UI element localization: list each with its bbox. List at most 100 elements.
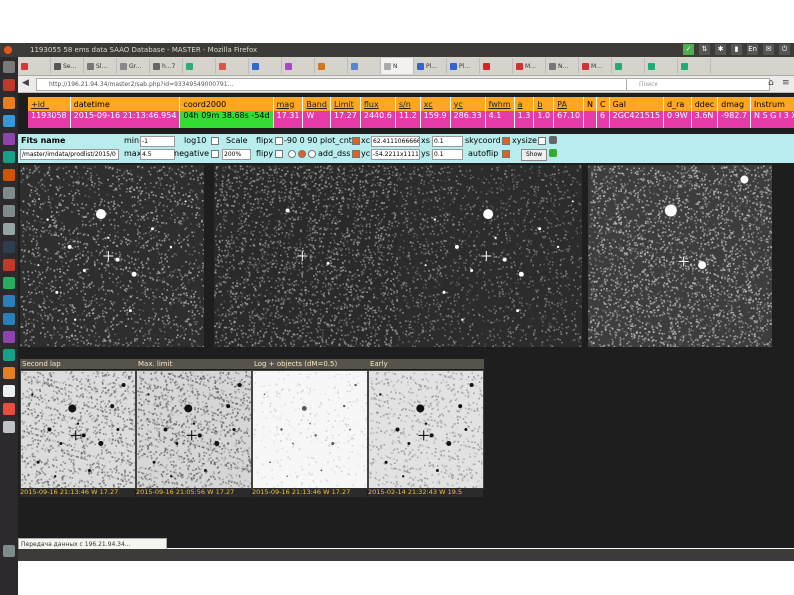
xc-input[interactable]: 62.4111066666	[371, 136, 420, 147]
ys-input[interactable]: 0.1	[432, 149, 463, 160]
xysize-checkbox[interactable]	[538, 137, 546, 145]
back-arrow-icon[interactable]: ◀	[22, 78, 29, 88]
browser-tab[interactable]	[612, 58, 645, 74]
column-header[interactable]: flux	[360, 97, 396, 111]
app-icon[interactable]	[3, 421, 15, 433]
browser-tab[interactable]	[216, 58, 249, 74]
home-icon[interactable]: ⌂	[768, 78, 774, 88]
browser-tab[interactable]: M...	[579, 58, 612, 74]
autoflip-checkbox[interactable]	[502, 150, 510, 158]
browser-tab[interactable]: M...	[513, 58, 546, 74]
thumbnail-early[interactable]	[368, 370, 484, 489]
browser-tab[interactable]	[282, 58, 315, 74]
browser-tab[interactable]	[348, 58, 381, 74]
app-icon[interactable]	[3, 223, 15, 235]
battery-icon[interactable]: ▮	[731, 44, 742, 55]
fits-name-input[interactable]: /master/imdata/prodlist/2015/0	[20, 149, 119, 160]
thumbnail-max-limit[interactable]	[136, 370, 252, 489]
column-header[interactable]: yc	[450, 97, 486, 111]
app-icon[interactable]	[3, 331, 15, 343]
column-header[interactable]: mag	[273, 97, 304, 111]
check-icon[interactable]: ✓	[683, 44, 694, 55]
browser-tab[interactable]	[645, 58, 678, 74]
negative-checkbox[interactable]	[211, 150, 219, 158]
language-icon[interactable]: En	[747, 44, 758, 55]
browser-tab[interactable]	[249, 58, 282, 74]
min-input[interactable]: -1	[140, 136, 175, 147]
app-icon[interactable]	[3, 205, 15, 217]
fits-image-dss[interactable]	[398, 165, 582, 347]
browser-tab[interactable]: Pl...	[447, 58, 480, 74]
firefox-icon[interactable]	[3, 79, 15, 91]
thumbnail-second-lap[interactable]	[20, 370, 136, 489]
app-icon[interactable]	[3, 169, 15, 181]
browser-tab[interactable]: Gr...	[117, 58, 150, 74]
dash-icon[interactable]	[3, 61, 15, 73]
fits-image-subtraction[interactable]	[588, 165, 772, 347]
menu-icon[interactable]: ≡	[782, 78, 790, 88]
search-input[interactable]: Поиск	[626, 78, 770, 91]
browser-tab[interactable]	[183, 58, 216, 74]
trash-icon[interactable]	[3, 545, 15, 557]
log10-checkbox[interactable]	[211, 137, 219, 145]
app-icon[interactable]	[3, 115, 15, 127]
flipy-checkbox[interactable]	[275, 150, 283, 158]
app-icon[interactable]	[3, 349, 15, 361]
flipx-checkbox[interactable]	[275, 137, 283, 145]
app-icon[interactable]	[3, 133, 15, 145]
app-icon[interactable]	[3, 277, 15, 289]
plot-cnt-checkbox[interactable]	[352, 137, 360, 145]
power-icon[interactable]: ⏻	[779, 44, 790, 55]
url-bar[interactable]: http://196.21.94.34/master2/sab.php?id=9…	[36, 78, 628, 91]
browser-tab[interactable]	[18, 58, 51, 74]
browser-tab[interactable]: N	[381, 58, 414, 74]
files-icon[interactable]	[3, 97, 15, 109]
column-header[interactable]: s/n	[395, 97, 421, 111]
app-icon[interactable]	[3, 367, 15, 379]
column-header[interactable]: a	[514, 97, 535, 111]
app-icon[interactable]	[3, 313, 15, 325]
column-header[interactable]: b	[533, 97, 555, 111]
mail-icon[interactable]: ✉	[763, 44, 774, 55]
app-icon[interactable]	[3, 151, 15, 163]
yc-input[interactable]: -54.2211x1111	[371, 149, 420, 160]
thumbnail-log-objects[interactable]	[252, 370, 368, 489]
save-image-icon[interactable]	[549, 149, 557, 157]
column-header[interactable]: xc	[420, 97, 451, 111]
column-header[interactable]: Limit	[330, 97, 361, 111]
browser-tab[interactable]: h...7	[150, 58, 183, 74]
skycoord-checkbox[interactable]	[502, 137, 510, 145]
browser-tab[interactable]	[315, 58, 348, 74]
column-header[interactable]: +id_	[28, 97, 71, 111]
rot-plus90-radio[interactable]	[308, 150, 316, 158]
app-icon[interactable]	[3, 241, 15, 253]
bluetooth-icon[interactable]: ✱	[715, 44, 726, 55]
column-header[interactable]: Band	[302, 97, 331, 111]
browser-tab[interactable]	[480, 58, 513, 74]
rot-0-radio[interactable]	[298, 150, 306, 158]
max-input[interactable]: 4.5	[140, 149, 175, 160]
refresh-icon[interactable]	[549, 136, 557, 144]
browser-tab[interactable]: Pl...	[414, 58, 447, 74]
show-button[interactable]: Show	[521, 149, 548, 161]
close-window-icon[interactable]	[4, 46, 12, 54]
app-icon[interactable]	[3, 295, 15, 307]
rot-90-radio[interactable]	[288, 150, 296, 158]
column-header[interactable]: fwhm	[485, 97, 515, 111]
fits-image-reference[interactable]	[214, 165, 398, 347]
browser-tab[interactable]: Se...	[51, 58, 84, 74]
browser-tab[interactable]: N...	[546, 58, 579, 74]
app-icon[interactable]	[3, 187, 15, 199]
app-icon[interactable]	[3, 259, 15, 271]
browser-tab[interactable]: Sl...	[84, 58, 117, 74]
column-header[interactable]: PA	[553, 97, 585, 111]
network-icon[interactable]: ⇅	[699, 44, 710, 55]
scale-select[interactable]: 200%	[222, 149, 251, 160]
add-dss-checkbox[interactable]	[352, 150, 360, 158]
xs-input[interactable]: 0.1	[432, 136, 463, 147]
table-cell[interactable]: 1193058	[28, 111, 71, 128]
app-icon[interactable]	[3, 385, 15, 397]
pdf-icon[interactable]	[3, 403, 15, 415]
browser-tab[interactable]	[678, 58, 711, 74]
fits-image-current[interactable]	[20, 165, 204, 347]
